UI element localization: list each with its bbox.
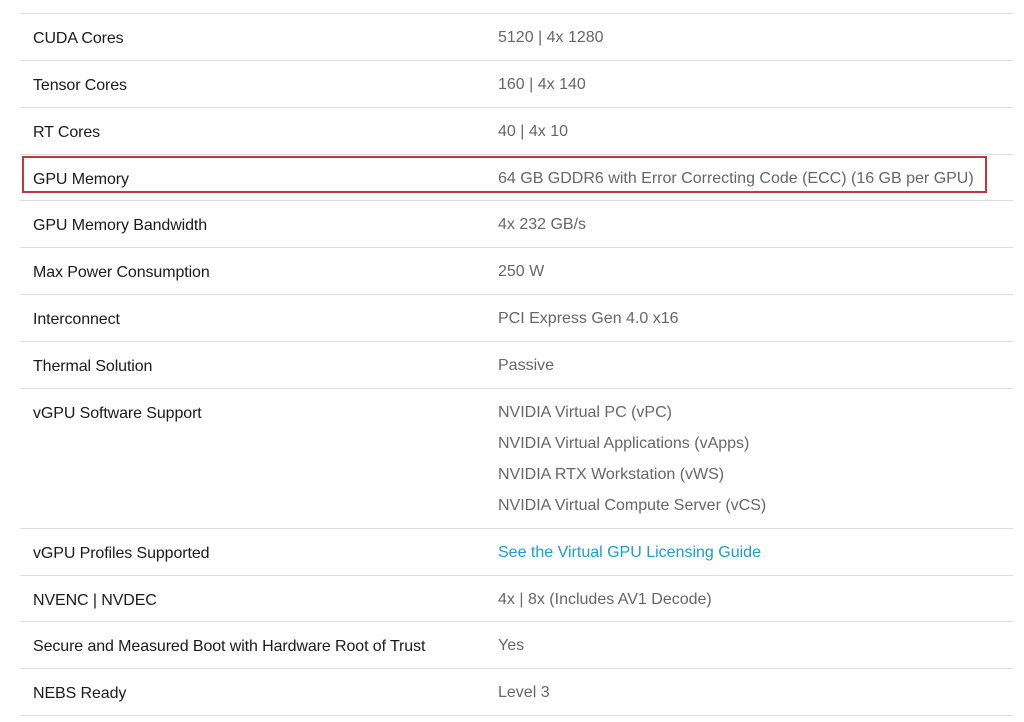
spec-label: GPU Memory Bandwidth bbox=[33, 217, 208, 234]
spec-row-nvenc-nvdec: NVENC | NVDEC 4x | 8x (Includes AV1 Deco… bbox=[20, 576, 1013, 622]
spec-row-cuda-cores: CUDA Cores 5120 | 4x 1280 bbox=[20, 14, 1013, 61]
spec-row-rt-cores: RT Cores 40 | 4x 10 bbox=[20, 108, 1013, 155]
spec-label: NVENC | NVDEC bbox=[33, 592, 157, 609]
spec-label: vGPU Profiles Supported bbox=[33, 545, 210, 562]
spec-value: 40 | 4x 10 bbox=[498, 123, 568, 140]
spec-value: 64 GB GDDR6 with Error Correcting Code (… bbox=[498, 170, 974, 187]
spec-value: Level 3 bbox=[498, 684, 550, 701]
spec-label: Thermal Solution bbox=[33, 358, 153, 375]
spec-label: Secure and Measured Boot with Hardware R… bbox=[33, 638, 426, 655]
spec-row-nebs-ready: NEBS Ready Level 3 bbox=[20, 669, 1013, 716]
spec-row-gpu-memory: GPU Memory 64 GB GDDR6 with Error Correc… bbox=[20, 155, 1013, 201]
spec-value: Passive bbox=[498, 357, 555, 374]
spec-row-tensor-cores: Tensor Cores 160 | 4x 140 bbox=[20, 61, 1013, 108]
spec-row-interconnect: Interconnect PCI Express Gen 4.0 x16 bbox=[20, 295, 1013, 342]
spec-value: 250 W bbox=[498, 263, 545, 280]
spec-row-max-power: Max Power Consumption 250 W bbox=[20, 248, 1013, 295]
spec-value: Yes bbox=[498, 637, 525, 654]
list-item: NVIDIA Virtual PC (vPC) bbox=[498, 404, 672, 421]
spec-value: 4x | 8x (Includes AV1 Decode) bbox=[498, 591, 712, 608]
spec-row-vgpu-software: vGPU Software Support NVIDIA Virtual PC … bbox=[20, 389, 1013, 529]
spec-label: CUDA Cores bbox=[33, 30, 124, 47]
spec-value: See the Virtual GPU Licensing Guide bbox=[498, 544, 761, 562]
licensing-guide-link[interactable]: See the Virtual GPU Licensing Guide bbox=[498, 544, 761, 561]
spec-value: 4x 232 GB/s bbox=[498, 216, 587, 233]
spec-row-memory-bandwidth: GPU Memory Bandwidth 4x 232 GB/s bbox=[20, 201, 1013, 248]
spec-table: CUDA Cores 5120 | 4x 1280 Tensor Cores 1… bbox=[20, 13, 1013, 716]
spec-label: Interconnect bbox=[33, 311, 120, 328]
list-item: NVIDIA Virtual Applications (vApps) bbox=[498, 435, 750, 452]
spec-value-list: NVIDIA Virtual PC (vPC) NVIDIA Virtual A… bbox=[498, 404, 766, 528]
spec-label: vGPU Software Support bbox=[33, 405, 202, 422]
spec-row-vgpu-profiles: vGPU Profiles Supported See the Virtual … bbox=[20, 529, 1013, 576]
spec-label: Max Power Consumption bbox=[33, 264, 210, 281]
spec-value: 5120 | 4x 1280 bbox=[498, 29, 604, 46]
spec-label: NEBS Ready bbox=[33, 685, 127, 702]
list-item: NVIDIA RTX Workstation (vWS) bbox=[498, 466, 725, 483]
list-item: NVIDIA Virtual Compute Server (vCS) bbox=[498, 497, 767, 514]
spec-value: 160 | 4x 140 bbox=[498, 76, 586, 93]
spec-label: RT Cores bbox=[33, 124, 101, 141]
spec-label: GPU Memory bbox=[33, 171, 129, 188]
spec-row-secure-boot: Secure and Measured Boot with Hardware R… bbox=[20, 622, 1013, 669]
spec-value: PCI Express Gen 4.0 x16 bbox=[498, 310, 679, 327]
spec-label: Tensor Cores bbox=[33, 77, 127, 94]
spec-row-thermal-solution: Thermal Solution Passive bbox=[20, 342, 1013, 389]
